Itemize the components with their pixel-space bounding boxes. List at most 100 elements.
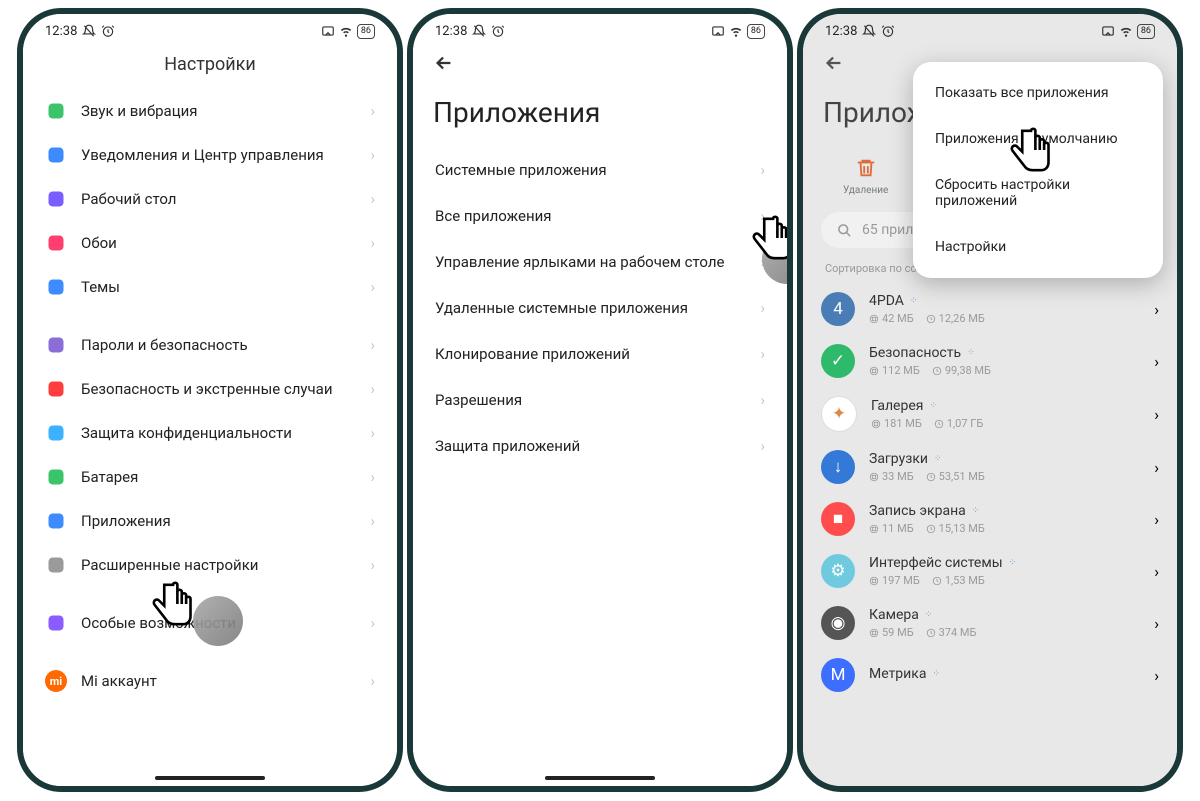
row-label: Пароли и безопасность xyxy=(81,336,356,354)
row-label: Mi аккаунт xyxy=(81,672,356,690)
app-details: 197 МБ 1,53 МБ xyxy=(869,574,1140,587)
row-label: Защита приложений xyxy=(435,437,760,455)
app-row[interactable]: ✦ Галерея⁘ 181 МБ 1,07 ГБ › xyxy=(803,387,1177,441)
chevron-right-icon: › xyxy=(760,299,765,317)
settings-row[interactable]: Пароли и безопасность › xyxy=(31,323,389,367)
status-dots-icon: ⁘ xyxy=(910,296,918,306)
status-time: 12:38 xyxy=(45,24,77,39)
row-label: Системные приложения xyxy=(435,161,760,179)
apps-row[interactable]: Удаленные системные приложения › xyxy=(413,285,787,331)
status-dots-icon: ⁘ xyxy=(934,454,942,464)
cast-icon xyxy=(1101,24,1115,38)
app-name: Загрузки⁘ xyxy=(869,451,1140,467)
screen-apps-list: 12:38 86 Приложений Удаление 65 приложен… xyxy=(803,14,1177,786)
app-row[interactable]: 4 4PDA⁘ 42 МБ 12,26 МБ › xyxy=(803,283,1177,335)
app-details: 59 МБ 374 МБ xyxy=(869,626,1140,639)
home-icon xyxy=(45,188,67,210)
row-label: Удаленные системные приложения xyxy=(435,299,760,317)
settings-row[interactable]: Батарея › xyxy=(31,455,389,499)
app-row[interactable]: ↓ Загрузки⁘ 33 МБ 53,51 МБ › xyxy=(803,441,1177,493)
watermark-shield xyxy=(193,596,243,646)
app-row[interactable]: ⚙ Интерфейс системы⁘ 197 МБ 1,53 МБ › xyxy=(803,545,1177,597)
row-label: Управление ярлыками на рабочем столе xyxy=(435,253,760,271)
app-details: 33 МБ 53,51 МБ xyxy=(869,470,1140,483)
settings-row[interactable]: Уведомления и Центр управления › xyxy=(31,133,389,177)
trash-icon xyxy=(855,157,877,179)
apps-icon xyxy=(45,510,67,532)
phone-2: 12:38 86 Приложения Системные приложения… xyxy=(407,8,793,792)
battery-icon: 86 xyxy=(1137,24,1155,39)
chevron-right-icon: › xyxy=(760,207,765,225)
menu-item[interactable]: Сбросить настройки приложений xyxy=(913,162,1163,224)
app-icon: ✓ xyxy=(821,344,855,378)
app-icon: 4 xyxy=(821,292,855,326)
accessibility-icon xyxy=(45,612,67,634)
row-label: Приложения xyxy=(81,512,356,530)
dnd-icon xyxy=(862,24,876,38)
battery-icon xyxy=(45,466,67,488)
app-row[interactable]: ◉ Камера⁘ 59 МБ 374 МБ › xyxy=(803,597,1177,649)
alarm-icon xyxy=(881,24,895,38)
chevron-right-icon: › xyxy=(370,614,375,632)
status-bar: 12:38 86 xyxy=(23,14,397,44)
wifi-icon xyxy=(1119,24,1133,38)
uninstall-button[interactable]: Удаление xyxy=(843,157,888,196)
app-name: 4PDA⁘ xyxy=(869,293,1140,309)
menu-item[interactable]: Показать все приложения xyxy=(913,70,1163,116)
phone-1: 12:38 86 Настройки Звук и вибрация › Уве… xyxy=(17,8,403,792)
app-icon: ↓ xyxy=(821,450,855,484)
settings-row[interactable]: Защита конфиденциальности › xyxy=(31,411,389,455)
battery-icon: 86 xyxy=(747,24,765,39)
settings-row[interactable]: Обои › xyxy=(31,221,389,265)
menu-item[interactable]: Приложения по умолчанию xyxy=(913,116,1163,162)
row-label: Защита конфиденциальности xyxy=(81,424,356,442)
chevron-right-icon: › xyxy=(1154,614,1159,633)
status-bar: 12:38 86 xyxy=(413,14,787,44)
app-row[interactable]: ■ Запись экрана⁘ 11 МБ 15,13 МБ › xyxy=(803,493,1177,545)
home-indicator[interactable] xyxy=(545,776,655,780)
screen-apps-menu: 12:38 86 Приложения Системные приложения… xyxy=(413,14,787,786)
apps-row[interactable]: Клонирование приложений › xyxy=(413,331,787,377)
chevron-right-icon: › xyxy=(760,161,765,179)
chevron-right-icon: › xyxy=(370,278,375,296)
menu-item[interactable]: Настройки xyxy=(913,224,1163,270)
apps-row[interactable]: Защита приложений › xyxy=(413,423,787,469)
settings-row[interactable]: Звук и вибрация › xyxy=(31,89,389,133)
status-bar: 12:38 86 xyxy=(803,14,1177,44)
privacy-icon xyxy=(45,422,67,444)
app-row[interactable]: ✓ Безопасность⁘ 112 МБ 99,38 МБ › xyxy=(803,335,1177,387)
status-dots-icon: ⁘ xyxy=(932,669,940,679)
chevron-right-icon: › xyxy=(370,146,375,164)
back-arrow-icon[interactable] xyxy=(823,52,845,74)
chevron-right-icon: › xyxy=(1154,458,1159,477)
chevron-right-icon: › xyxy=(1154,352,1159,371)
chevron-right-icon: › xyxy=(1154,405,1159,424)
row-mi-account[interactable]: mi Mi аккаунт › xyxy=(31,659,389,703)
overflow-menu: Показать все приложенияПриложения по умо… xyxy=(913,62,1163,278)
dnd-icon xyxy=(82,24,96,38)
status-dots-icon: ⁘ xyxy=(967,348,975,358)
apps-row[interactable]: Управление ярлыками на рабочем столе › xyxy=(413,239,787,285)
apps-row[interactable]: Разрешения › xyxy=(413,377,787,423)
status-time: 12:38 xyxy=(435,24,467,39)
row-label: Безопасность и экстренные случаи xyxy=(81,380,356,398)
apps-row[interactable]: Все приложения › xyxy=(413,193,787,239)
chevron-right-icon: › xyxy=(760,391,765,409)
row-label: Уведомления и Центр управления xyxy=(81,146,356,164)
settings-row[interactable]: Темы › xyxy=(31,265,389,309)
settings-row[interactable]: Приложения › xyxy=(31,499,389,543)
home-indicator[interactable] xyxy=(155,776,265,780)
apps-row[interactable]: Системные приложения › xyxy=(413,147,787,193)
app-row[interactable]: М Метрика⁘ › xyxy=(803,649,1177,701)
chevron-right-icon: › xyxy=(370,512,375,530)
settings-row[interactable]: Безопасность и экстренные случаи › xyxy=(31,367,389,411)
settings-row[interactable]: Расширенные настройки › xyxy=(31,543,389,587)
settings-row[interactable]: Рабочий стол › xyxy=(31,177,389,221)
alarm-icon xyxy=(491,24,505,38)
phone-3: 12:38 86 Приложений Удаление 65 приложен… xyxy=(797,8,1183,792)
app-details: 11 МБ 15,13 МБ xyxy=(869,522,1140,535)
mi-logo-icon: mi xyxy=(45,670,67,692)
app-details: 42 МБ 12,26 МБ xyxy=(869,312,1140,325)
chevron-right-icon: › xyxy=(370,424,375,442)
back-arrow-icon[interactable] xyxy=(433,52,455,74)
